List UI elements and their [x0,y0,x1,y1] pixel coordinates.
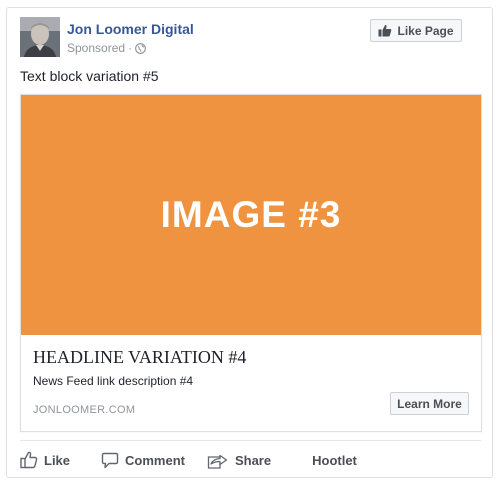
page-name-link[interactable]: Jon Loomer Digital [67,20,194,38]
ad-image-text: IMAGE #3 [160,194,342,235]
like-outline-icon [20,451,38,469]
actions-divider [20,440,481,441]
hootlet-action-label: Hootlet [312,452,357,468]
profile-photo-icon [20,17,60,57]
meta-separator: · [128,41,133,55]
comment-action-button[interactable]: Comment [101,448,185,472]
link-attachment[interactable]: IMAGE #3 HEADLINE VARIATION #4 News Feed… [20,94,482,432]
ad-post-card: Jon Loomer Digital Sponsored · Like Page… [6,7,493,478]
learn-more-button[interactable]: Learn More [390,392,469,415]
sponsored-meta: Sponsored · [67,40,146,56]
thumbs-up-icon [378,24,392,37]
like-action-label: Like [44,452,71,468]
share-action-button[interactable]: Share [207,448,271,472]
share-action-label: Share [234,452,272,468]
sponsored-label[interactable]: Sponsored [67,40,125,56]
comment-action-label: Comment [125,452,185,468]
comment-icon [101,452,119,469]
globe-icon [135,42,146,54]
post-actions-bar: Like Comment Share Hootlet [20,448,481,472]
link-description: News Feed link description #4 [33,374,194,388]
like-page-button[interactable]: Like Page [370,19,462,42]
ad-image[interactable]: IMAGE #3 [21,95,481,335]
like-action-button[interactable]: Like [20,448,70,472]
link-domain: JONLOOMER.COM [33,404,136,416]
avatar[interactable] [20,17,60,57]
hootlet-action-button[interactable]: Hootlet [312,448,357,472]
headline[interactable]: HEADLINE VARIATION #4 [33,346,246,368]
like-page-label: Like Page [397,23,454,38]
post-text: Text block variation #5 [20,68,159,84]
share-icon [207,451,229,469]
